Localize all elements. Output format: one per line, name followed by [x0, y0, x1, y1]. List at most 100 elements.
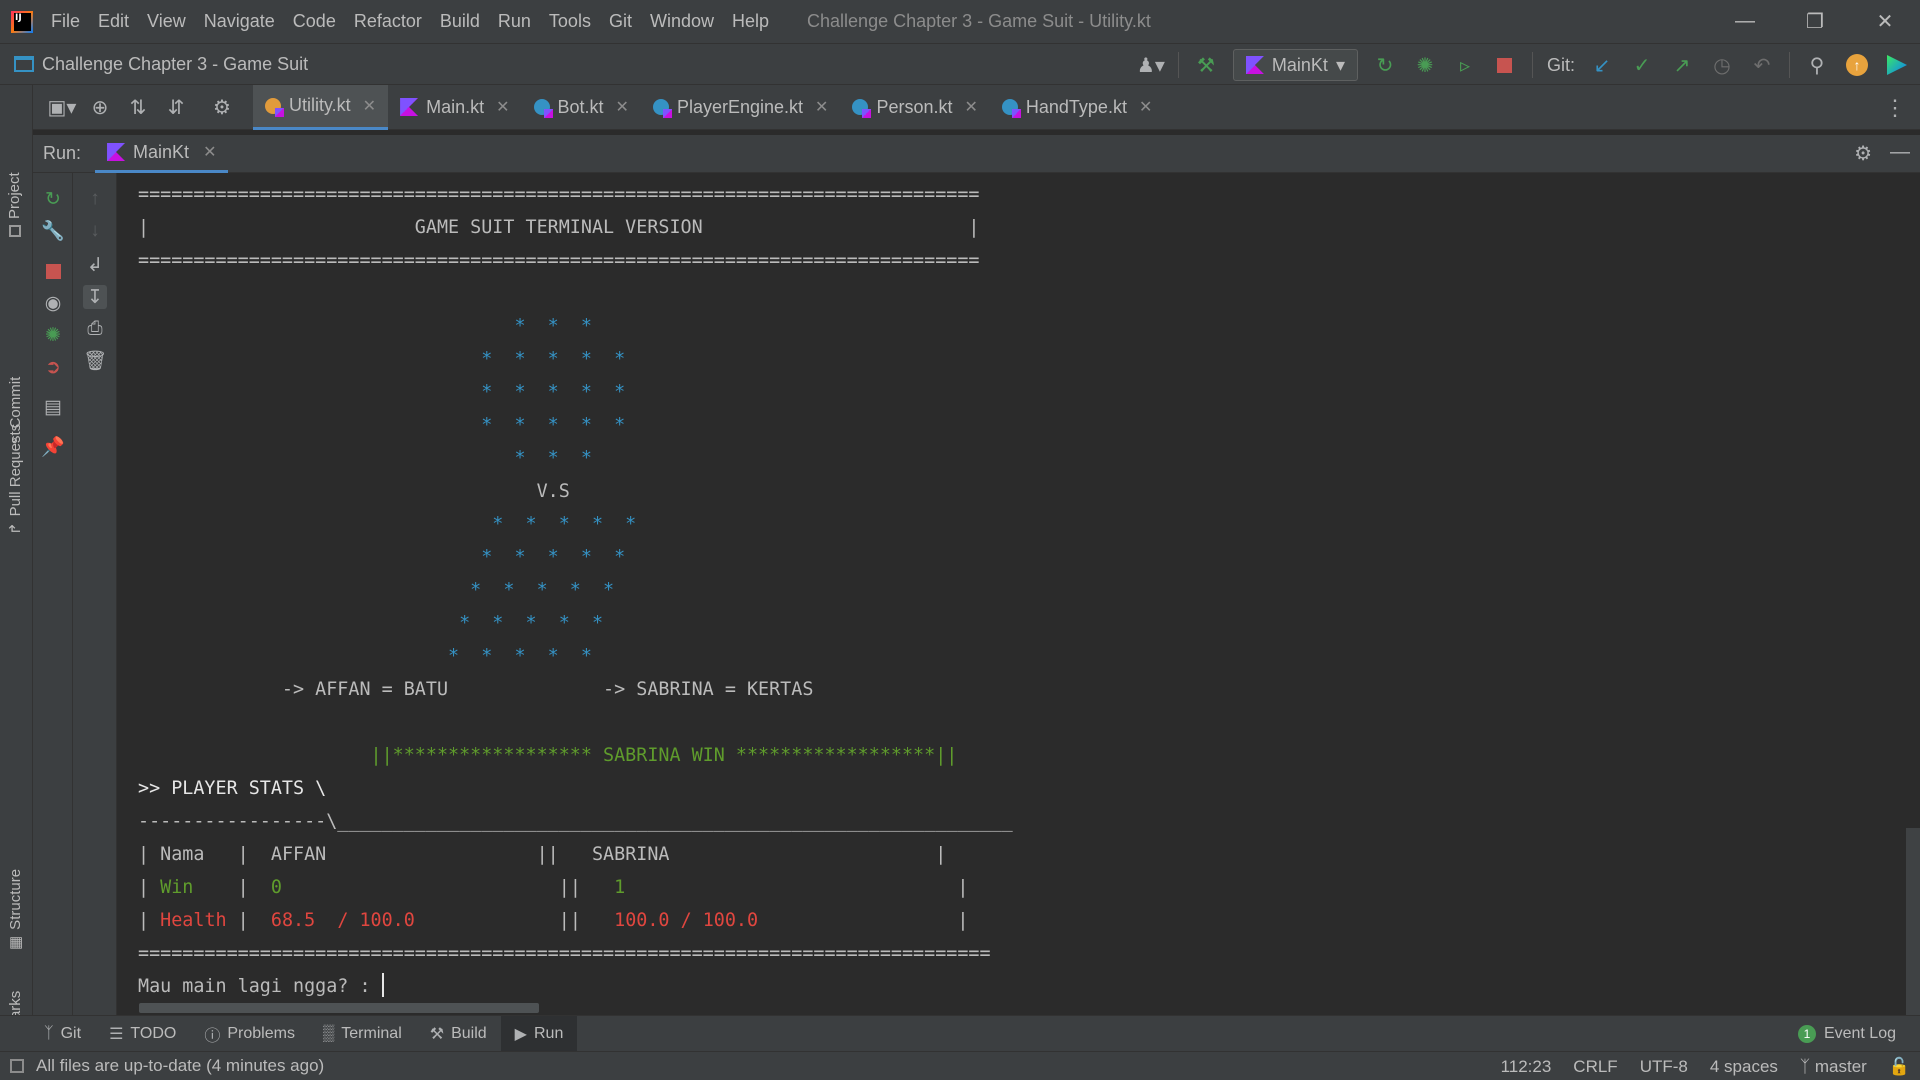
expand-all-icon[interactable]: ⇅ — [119, 85, 157, 130]
menu-help[interactable]: Help — [732, 11, 769, 32]
tab-run[interactable]: ▶ Run — [500, 1015, 578, 1052]
pull-requests-tool-tab[interactable]: ↱ Pull Requests — [6, 424, 25, 535]
settings-gear-icon[interactable]: ⚙ — [203, 85, 241, 130]
console-choices: -> AFFAN = BATU -> SABRINA = KERTAS — [138, 679, 814, 700]
tab-playerengine-kt[interactable]: PlayerEngine.kt ✕ — [641, 85, 840, 130]
close-icon[interactable]: ✕ — [203, 142, 216, 162]
git-label: Git: — [1546, 54, 1575, 75]
close-icon[interactable]: ✕ — [363, 96, 376, 116]
event-log-label: Event Log — [1823, 1025, 1896, 1042]
build-hammer-icon[interactable]: ⚒ — [1193, 52, 1219, 78]
menu-build[interactable]: Build — [440, 11, 480, 32]
menu-window[interactable]: Window — [650, 11, 714, 32]
indent-setting[interactable]: 4 spaces — [1710, 1057, 1778, 1077]
vertical-scrollbar[interactable] — [1906, 828, 1920, 1015]
horizontal-scrollbar[interactable] — [139, 1003, 539, 1013]
tab-label: Build — [451, 1024, 487, 1042]
git-branch-icon: ᛉ — [1799, 1056, 1815, 1076]
rerun-icon[interactable]: ↻ — [41, 187, 65, 211]
git-push-icon[interactable]: ↗ — [1669, 52, 1695, 78]
menu-git[interactable]: Git — [609, 11, 632, 32]
stop-icon[interactable] — [1492, 52, 1518, 78]
git-branch[interactable]: ᛉ master — [1800, 1057, 1867, 1077]
search-icon[interactable]: ⚲ — [1804, 52, 1830, 78]
user-account-icon[interactable]: ♟▾ — [1137, 52, 1165, 78]
run-tab-mainkt[interactable]: MainKt ✕ — [95, 135, 229, 173]
tab-git[interactable]: ᛉ Git — [30, 1016, 95, 1052]
stop-icon[interactable] — [41, 259, 65, 283]
menu-view[interactable]: View — [147, 11, 186, 32]
layout-icon[interactable]: ▤ — [41, 395, 65, 419]
tab-handtype-kt[interactable]: HandType.kt ✕ — [990, 85, 1164, 130]
soft-wrap-icon[interactable]: ↲ — [83, 253, 107, 277]
git-history-icon[interactable]: ◷ — [1709, 52, 1735, 78]
exit-icon[interactable]: ➲ — [41, 355, 65, 379]
kotlin-class-icon — [852, 99, 872, 118]
arrow-up-icon[interactable]: ↑ — [83, 187, 107, 211]
git-rollback-icon[interactable]: ↶ — [1749, 52, 1775, 78]
tab-terminal[interactable]: ▒ Terminal — [309, 1016, 416, 1052]
print-icon[interactable]: ⎙ — [83, 317, 107, 341]
menu-navigate[interactable]: Navigate — [204, 11, 275, 32]
wrench-icon[interactable]: 🔧 — [41, 219, 65, 243]
tab-todo[interactable]: ☰ TODO — [95, 1016, 190, 1052]
ide-update-icon[interactable]: ↑ — [1844, 52, 1870, 78]
file-encoding[interactable]: UTF-8 — [1640, 1057, 1688, 1077]
menu-code[interactable]: Code — [293, 11, 336, 32]
project-breadcrumb[interactable]: Challenge Chapter 3 - Game Suit — [42, 54, 308, 75]
close-icon[interactable]: ✕ — [496, 97, 509, 117]
editor-tab-bar: ▣▾ ⊕ ⇅ ⇵ ⚙ Utility.kt ✕ Main.kt ✕ Bot.kt ✕ … — [33, 84, 1920, 130]
collapse-all-icon[interactable]: ⇵ — [157, 85, 195, 130]
tab-problems[interactable]: ⓘ Problems — [190, 1016, 309, 1052]
more-vertical-icon[interactable]: ⋮ — [1884, 95, 1906, 121]
project-folder-icon — [14, 56, 34, 72]
run-console[interactable]: ========================================… — [117, 173, 1920, 1015]
arrow-down-icon[interactable]: ↓ — [83, 219, 107, 243]
console-bottom-rule: ========================================… — [138, 943, 991, 964]
hide-panel-icon[interactable]: — — [1890, 141, 1910, 166]
lock-icon[interactable]: 🔓 — [1889, 1057, 1910, 1077]
pin-icon[interactable]: 📌 — [41, 435, 65, 459]
trash-icon[interactable]: 🗑 — [83, 349, 107, 373]
restore-button[interactable]: ❐ — [1780, 0, 1850, 43]
menu-refactor[interactable]: Refactor — [354, 11, 422, 32]
console-art-row: * * * * * — [138, 382, 626, 403]
minimize-button[interactable]: — — [1710, 0, 1780, 43]
locate-file-icon[interactable]: ⊕ — [81, 85, 119, 130]
structure-tool-tab[interactable]: ▦ Structure — [6, 869, 25, 950]
tab-label: TODO — [130, 1024, 177, 1042]
project-tool-tab[interactable]: Project — [6, 172, 23, 237]
coverage-icon[interactable]: ▹ — [1452, 52, 1478, 78]
debug-bug-icon[interactable]: ✺ — [1412, 52, 1438, 78]
run-configuration-dropdown[interactable]: MainKt ▾ — [1232, 49, 1358, 81]
tool-windows-toggle-icon[interactable] — [10, 1059, 24, 1073]
menu-edit[interactable]: Edit — [98, 11, 129, 32]
menu-file[interactable]: File — [51, 11, 80, 32]
close-icon[interactable]: ✕ — [616, 97, 629, 117]
tab-build[interactable]: ⚒ Build — [416, 1016, 501, 1052]
close-icon[interactable]: ✕ — [964, 97, 977, 117]
tab-person-kt[interactable]: Person.kt ✕ — [840, 85, 989, 130]
console-stats-divider: -----------------\______________________… — [138, 811, 1013, 832]
camera-icon[interactable]: ◉ — [41, 291, 65, 315]
close-icon[interactable]: ✕ — [815, 97, 828, 117]
settings-gear-icon[interactable]: ⚙ — [1854, 141, 1872, 166]
close-window-button[interactable]: ✕ — [1850, 0, 1920, 43]
select-in-project-icon[interactable]: ▣▾ — [43, 85, 81, 130]
rerun-icon[interactable]: ↻ — [1372, 52, 1398, 78]
git-update-icon[interactable]: ↙ — [1589, 52, 1615, 78]
debug-bug-icon[interactable]: ✺ — [41, 323, 65, 347]
line-separator[interactable]: CRLF — [1573, 1057, 1617, 1077]
scroll-to-end-icon[interactable]: ↧ — [83, 285, 107, 309]
caret-position[interactable]: 112:23 — [1501, 1057, 1552, 1077]
git-commit-check-icon[interactable]: ✓ — [1629, 52, 1655, 78]
menu-tools[interactable]: Tools — [549, 11, 591, 32]
tab-label: Bot.kt — [557, 96, 604, 117]
tab-main-kt[interactable]: Main.kt ✕ — [388, 85, 521, 130]
code-with-me-icon[interactable] — [1884, 52, 1910, 78]
tab-bot-kt[interactable]: Bot.kt ✕ — [522, 85, 641, 130]
tab-utility-kt[interactable]: Utility.kt ✕ — [253, 84, 389, 130]
close-icon[interactable]: ✕ — [1139, 97, 1152, 117]
event-log-button[interactable]: 1 Event Log — [1797, 1016, 1896, 1052]
menu-run[interactable]: Run — [498, 11, 531, 32]
